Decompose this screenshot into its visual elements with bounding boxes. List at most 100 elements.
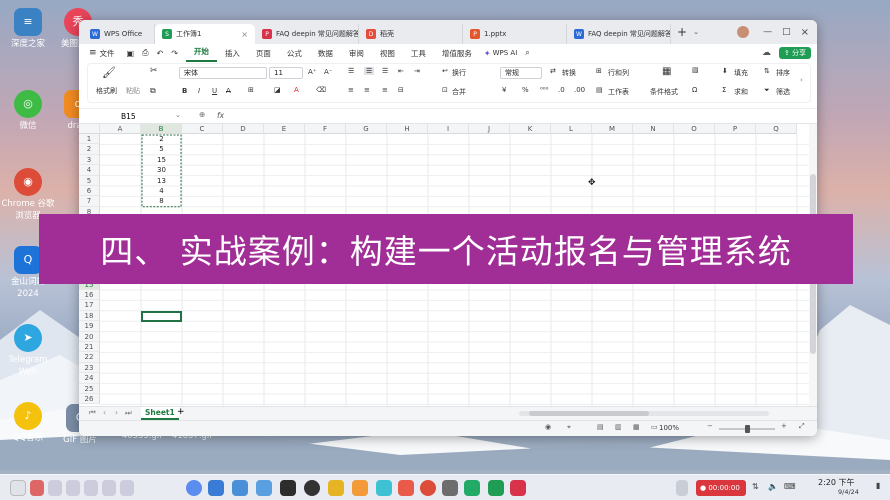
worksheet-button[interactable]: 工作表: [608, 87, 629, 97]
wps-ai-button[interactable]: WPS AI: [493, 49, 518, 57]
add-sheet-button[interactable]: +: [177, 407, 185, 417]
notification-icon[interactable]: ▮: [876, 481, 880, 490]
menu-formula[interactable]: 公式: [279, 48, 310, 59]
eye-protection-icon[interactable]: ◉: [545, 423, 551, 431]
row-header-7[interactable]: 7: [79, 196, 100, 207]
row-header-22[interactable]: 22: [79, 352, 100, 363]
menu-file[interactable]: 文件: [97, 48, 123, 59]
mail-icon[interactable]: [328, 480, 344, 496]
share-button[interactable]: ⇪ 分享: [778, 47, 811, 59]
zoom-slider-thumb[interactable]: [745, 425, 750, 433]
cell-b4[interactable]: 30: [141, 165, 182, 175]
minimize-icon[interactable]: —: [763, 27, 772, 37]
sum-button[interactable]: 求和: [734, 87, 748, 97]
decimal-increase-icon[interactable]: .0: [558, 86, 565, 94]
system-monitor-icon[interactable]: [464, 480, 480, 496]
font-grow-icon[interactable]: A⁺: [308, 68, 316, 76]
sheet-next-icon[interactable]: ›: [115, 408, 118, 417]
chrome-taskbar-icon[interactable]: [420, 480, 436, 496]
column-header-G[interactable]: G: [346, 124, 387, 134]
menu-page[interactable]: 页面: [248, 48, 279, 59]
column-header-A[interactable]: A: [100, 124, 141, 134]
column-header-H[interactable]: H: [387, 124, 428, 134]
terminal-icon[interactable]: [280, 480, 296, 496]
align-left-icon[interactable]: ≡: [348, 86, 354, 94]
search-icon[interactable]: ⌕: [525, 48, 529, 58]
chevron-down-icon[interactable]: ⌄: [693, 28, 699, 36]
row-header-16[interactable]: 16: [79, 290, 100, 301]
menu-data[interactable]: 数据: [310, 48, 341, 59]
formula-input[interactable]: [233, 110, 803, 123]
tab-docer[interactable]: D 稻壳: [359, 24, 463, 44]
row-header-2[interactable]: 2: [79, 144, 100, 155]
symbol-icon[interactable]: Ω: [692, 86, 697, 94]
underline-icon[interactable]: U: [212, 87, 217, 95]
zoom-slider[interactable]: [719, 425, 775, 433]
maximize-icon[interactable]: □: [782, 27, 791, 37]
column-header-D[interactable]: D: [223, 124, 264, 134]
rows-cols-button[interactable]: 行和列: [608, 68, 629, 78]
horizontal-scrollbar[interactable]: [519, 411, 769, 416]
align-right-icon[interactable]: ≡: [382, 86, 388, 94]
distribute-icon[interactable]: ⊟: [398, 86, 404, 94]
column-header-P[interactable]: P: [715, 124, 756, 134]
row-header-24[interactable]: 24: [79, 373, 100, 384]
row-header-5[interactable]: 5: [79, 175, 100, 186]
reading-view-icon[interactable]: ▭: [651, 423, 658, 431]
cloud-icon[interactable]: ☁: [762, 48, 771, 58]
cell-b5[interactable]: 13: [141, 176, 182, 186]
column-header-F[interactable]: F: [305, 124, 346, 134]
column-header-K[interactable]: K: [510, 124, 551, 134]
save-icon[interactable]: ▣: [127, 49, 135, 58]
page-break-icon[interactable]: ▦: [633, 423, 640, 431]
column-header-C[interactable]: C: [182, 124, 223, 134]
text-editor-icon[interactable]: [488, 480, 504, 496]
workspace-5-icon[interactable]: [102, 480, 116, 496]
calendar-icon[interactable]: [398, 480, 414, 496]
tab-faq-doc[interactable]: W FAQ deepin 常见问题解答: [567, 24, 671, 44]
print-icon[interactable]: ⎙: [142, 48, 148, 58]
row-header-23[interactable]: 23: [79, 362, 100, 374]
row-header-21[interactable]: 21: [79, 342, 100, 353]
row-header-26[interactable]: 26: [79, 394, 100, 405]
row-header-1[interactable]: 1: [79, 134, 100, 145]
browser-icon[interactable]: [256, 480, 272, 496]
launcher-icon[interactable]: [186, 480, 202, 496]
number-format-select[interactable]: 常规: [500, 67, 542, 79]
align-middle-icon[interactable]: ☰: [364, 67, 375, 75]
border-icon[interactable]: ⊞: [248, 86, 254, 94]
font-color-icon[interactable]: A: [294, 86, 299, 94]
column-header-J[interactable]: J: [469, 124, 510, 134]
volume-icon[interactable]: 🔈: [768, 482, 778, 491]
currency-icon[interactable]: ¥: [502, 86, 506, 94]
cell-b3[interactable]: 15: [141, 155, 182, 165]
workspace-2-icon[interactable]: [48, 480, 62, 496]
percent-icon[interactable]: %: [522, 86, 529, 94]
format-painter-icon[interactable]: 🖌: [102, 66, 116, 79]
desktop-icon-wechat[interactable]: ◎ 微信: [0, 90, 56, 132]
name-box-chevron-icon[interactable]: ⌄: [175, 111, 181, 119]
column-header-B[interactable]: B: [141, 124, 182, 134]
merge-button[interactable]: 合并: [452, 87, 466, 97]
workspace-4-icon[interactable]: [84, 480, 98, 496]
hamburger-icon[interactable]: ≡: [89, 48, 97, 58]
clock-date[interactable]: 9/4/24: [838, 488, 859, 496]
decimal-decrease-icon[interactable]: .00: [574, 86, 585, 94]
paste-button[interactable]: 粘贴: [126, 86, 140, 96]
sheet-last-icon[interactable]: ⏭: [125, 408, 132, 418]
wps-taskbar-icon[interactable]: [510, 480, 526, 496]
align-top-icon[interactable]: ☰: [348, 67, 354, 75]
tab-wps-office[interactable]: W WPS Office: [83, 24, 155, 44]
format-painter-button[interactable]: 格式刷: [96, 86, 117, 96]
redo-icon[interactable]: ↷: [171, 49, 178, 58]
settings-icon[interactable]: [442, 480, 458, 496]
align-bottom-icon[interactable]: ☰: [382, 67, 388, 75]
workspace-6-icon[interactable]: [120, 480, 134, 496]
fx-button[interactable]: fx: [217, 111, 224, 120]
sheet-prev-icon[interactable]: ‹: [103, 408, 106, 417]
file-manager-icon[interactable]: [232, 480, 248, 496]
workspace-3-icon[interactable]: [66, 480, 80, 496]
row-header-17[interactable]: 17: [79, 300, 100, 311]
cut-icon[interactable]: ✂: [150, 66, 158, 76]
menu-premium[interactable]: 增值服务: [434, 48, 480, 59]
